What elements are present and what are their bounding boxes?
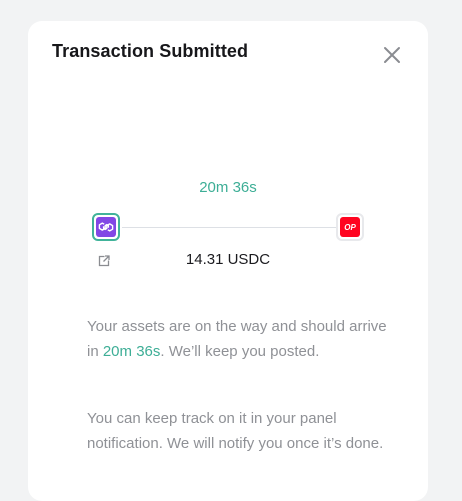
status-message: Your assets are on the way and should ar… bbox=[87, 315, 387, 364]
eta-timer: 20m 36s bbox=[199, 179, 257, 196]
status-eta: 20m 36s bbox=[102, 342, 161, 360]
polygon-chain-icon bbox=[96, 217, 116, 237]
modal-title: Transaction Submitted bbox=[52, 41, 249, 61]
tracking-message: You can keep track on it in your panel n… bbox=[87, 410, 384, 452]
close-button[interactable] bbox=[380, 43, 404, 67]
transaction-modal: Transaction Submitted 20m 36s OP 14.31 U… bbox=[28, 21, 428, 501]
transfer-amount: 14.31 USDC bbox=[185, 251, 271, 268]
close-icon bbox=[384, 47, 400, 63]
source-chain bbox=[92, 213, 120, 241]
optimism-chain-icon: OP bbox=[340, 217, 360, 237]
destination-chain: OP bbox=[336, 213, 364, 241]
route-line bbox=[122, 227, 338, 228]
status-text-end: . We’ll keep you posted. bbox=[160, 342, 320, 360]
